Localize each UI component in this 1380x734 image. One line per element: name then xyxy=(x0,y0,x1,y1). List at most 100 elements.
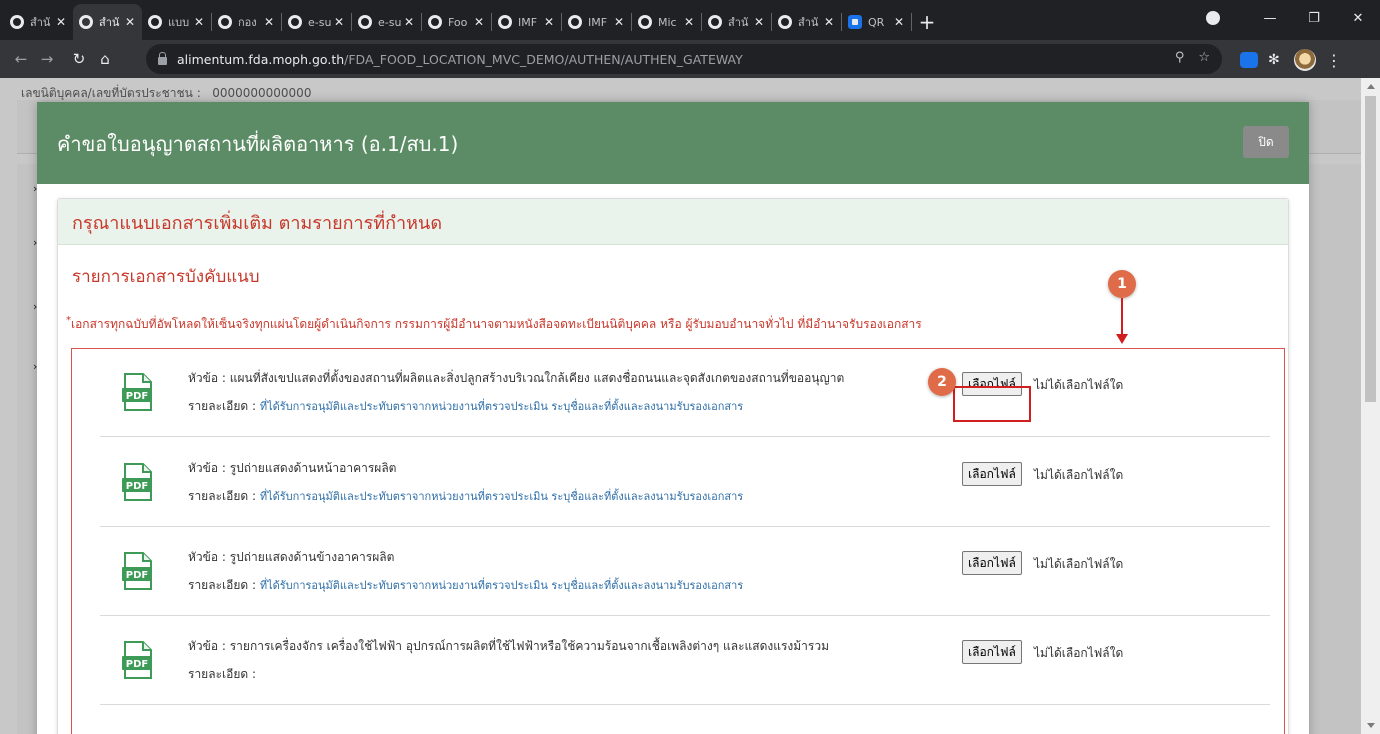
detail-text: ที่ได้รับการอนุมัติและประทับตราจากหน่วยง… xyxy=(259,400,744,413)
attachment-panel: กรุณาแนบเอกสารเพิ่มเติม ตามรายการที่กำหน… xyxy=(57,198,1289,734)
zoom-icon[interactable]: ⚲ xyxy=(1175,50,1185,65)
tab-close-icon[interactable]: ✕ xyxy=(55,15,67,29)
url-path: /FDA_FOOD_LOCATION_MVC_DEMO/AUTHEN/AUTHE… xyxy=(344,51,743,67)
tab-close-icon[interactable]: ✕ xyxy=(333,15,345,29)
scroll-down-icon[interactable] xyxy=(1367,723,1375,728)
back-icon[interactable]: ← xyxy=(8,50,34,68)
browser-tab[interactable]: Mic ✕ xyxy=(632,4,701,40)
bookmark-star-icon[interactable]: ☆ xyxy=(1198,50,1210,65)
browser-tab[interactable]: IMF ✕ xyxy=(562,4,631,40)
tab-title: สำนั xyxy=(728,16,749,29)
new-tab-button[interactable]: + xyxy=(912,4,942,40)
choose-file-button[interactable]: เลือกไฟล์ xyxy=(962,462,1022,486)
svg-text:PDF: PDF xyxy=(126,391,148,402)
forward-icon[interactable]: → xyxy=(34,50,60,68)
globe-icon xyxy=(358,15,372,29)
tab-close-icon[interactable]: ✕ xyxy=(893,15,905,29)
browser-tab[interactable]: สำนั ✕ xyxy=(73,4,142,40)
choose-file-button[interactable]: เลือกไฟล์ xyxy=(962,640,1022,664)
tab-close-icon[interactable]: ✕ xyxy=(193,15,205,29)
tab-close-icon[interactable]: ✕ xyxy=(263,15,275,29)
browser-tab[interactable]: Foo ✕ xyxy=(422,4,491,40)
step-badge-1: 1 xyxy=(1108,270,1136,298)
browser-tab[interactable]: QR ✕ xyxy=(842,4,911,40)
browser-tab[interactable]: สำนั ✕ xyxy=(4,4,73,40)
tab-close-icon[interactable]: ✕ xyxy=(683,15,695,29)
tab-close-icon[interactable]: ✕ xyxy=(613,15,625,29)
no-file-status: ไม่ได้เลือกไฟล์ใด xyxy=(1034,646,1124,660)
tab-title: สำนั xyxy=(30,16,51,29)
tab-search-icon[interactable] xyxy=(1206,11,1220,25)
lock-icon[interactable] xyxy=(158,51,167,65)
panel-heading: กรุณาแนบเอกสารเพิ่มเติม ตามรายการที่กำหน… xyxy=(58,199,1288,245)
globe-icon xyxy=(79,15,93,29)
minimize-icon[interactable]: — xyxy=(1248,11,1292,26)
browser-tab[interactable]: สำนั ✕ xyxy=(702,4,771,40)
section-title: รายการเอกสารบังคับแนบ xyxy=(72,267,260,287)
tab-title: Foo xyxy=(448,15,468,29)
tab-close-icon[interactable]: ✕ xyxy=(823,15,835,29)
browser-toolbar: ← → ↻ ⌂ alimentum.fda.moph.go.th/FDA_FOO… xyxy=(0,40,1380,78)
page-viewport: เลขนิติบุคคล/เลขที่บัตรประชาชน : 0000000… xyxy=(0,78,1380,734)
globe-icon xyxy=(288,15,302,29)
pdf-icon: PDF xyxy=(122,373,152,411)
scrollbar-thumb[interactable] xyxy=(1365,96,1376,402)
required-documents-list: PDF หัวข้อ : แผนที่สังเขปแสดงที่ตั้งของสถ… xyxy=(71,348,1285,734)
reload-icon[interactable]: ↻ xyxy=(66,50,92,68)
tab-title: e-su xyxy=(378,15,402,29)
browser-tab[interactable]: e-su ✕ xyxy=(282,4,351,40)
document-row: PDF หัวข้อ : รายการเครื่องจักร เครื่องใช้… xyxy=(100,617,1270,705)
globe-icon xyxy=(638,15,652,29)
document-subject: หัวข้อ : รูปถ่ายแสดงด้านหน้าอาคารผลิต xyxy=(188,461,397,475)
detail-text: ที่ได้รับการอนุมัติและประทับตราจากหน่วยง… xyxy=(259,490,744,503)
tab-close-icon[interactable]: ✕ xyxy=(473,15,485,29)
tab-close-icon[interactable]: ✕ xyxy=(543,15,555,29)
document-row: PDF หัวข้อ : รูปถ่ายแสดงด้านหน้าอาคารผลิต… xyxy=(100,439,1270,527)
browser-tab[interactable]: e-su ✕ xyxy=(352,4,421,40)
detail-label: รายละเอียด : xyxy=(188,489,257,503)
modal-title: คำขอใบอนุญาตสถานที่ผลิตอาหาร (อ.1/สบ.1) xyxy=(57,132,459,156)
modal-header: คำขอใบอนุญาตสถานที่ผลิตอาหาร (อ.1/สบ.1) … xyxy=(37,102,1309,184)
document-row: PDF หัวข้อ : แผนที่สังเขปแสดงที่ตั้งของสถ… xyxy=(100,349,1270,437)
document-detail: รายละเอียด : ที่ได้รับการอนุมัติและประทั… xyxy=(188,576,743,595)
tab-close-icon[interactable]: ✕ xyxy=(124,15,136,29)
browser-tab[interactable]: กอง ✕ xyxy=(212,4,281,40)
tab-close-icon[interactable]: ✕ xyxy=(753,15,765,29)
meet-extension-icon[interactable] xyxy=(1240,52,1258,68)
arrow-down-icon xyxy=(1116,298,1128,344)
close-window-icon[interactable]: ✕ xyxy=(1336,11,1380,26)
tab-title: IMF xyxy=(588,15,608,29)
detail-label: รายละเอียด : xyxy=(188,578,257,592)
detail-label: รายละเอียด : xyxy=(188,667,257,681)
extensions-icon[interactable]: ✻ xyxy=(1268,52,1284,68)
close-button[interactable]: ปิด xyxy=(1243,126,1289,158)
tab-title: QR xyxy=(868,15,885,29)
document-detail: รายละเอียด : ที่ได้รับการอนุมัติและประทั… xyxy=(188,397,743,416)
page-scrollbar[interactable] xyxy=(1361,78,1380,734)
svg-text:PDF: PDF xyxy=(126,570,148,581)
browser-tab-strip: สำนั ✕ สำนั ✕ แบบ ✕ กอง ✕ e-su ✕ e-su ✕ Foo ✕ IMF ✕ IMF ✕… xyxy=(0,0,1380,40)
choose-file-button[interactable]: เลือกไฟล์ xyxy=(962,551,1022,575)
address-bar[interactable]: alimentum.fda.moph.go.th/FDA_FOOD_LOCATI… xyxy=(146,44,1222,74)
browser-menu-icon[interactable]: ⋮ xyxy=(1326,51,1342,70)
notice-text: *เอกสารทุกฉบับที่อัพโหลดให้เซ็นจริงทุกแผ… xyxy=(66,315,922,331)
browser-tab[interactable]: สำนั ✕ xyxy=(772,4,841,40)
browser-tab[interactable]: IMF ✕ xyxy=(492,4,561,40)
tab-title: e-su xyxy=(308,15,332,29)
pdf-icon: PDF xyxy=(122,463,152,501)
pdf-icon: PDF xyxy=(122,641,152,679)
tab-title: กอง xyxy=(238,16,257,29)
detail-text: ที่ได้รับการอนุมัติและประทับตราจากหน่วยง… xyxy=(259,579,744,592)
globe-icon xyxy=(568,15,582,29)
home-icon[interactable]: ⌂ xyxy=(92,50,118,68)
profile-avatar[interactable] xyxy=(1294,49,1316,71)
scroll-up-icon[interactable] xyxy=(1367,84,1375,89)
restore-icon[interactable]: ❐ xyxy=(1292,11,1336,26)
browser-tab[interactable]: แบบ ✕ xyxy=(142,4,211,40)
url-host: alimentum.fda.moph.go.th xyxy=(177,51,345,67)
tab-close-icon[interactable]: ✕ xyxy=(403,15,415,29)
qr-icon xyxy=(848,15,862,29)
tab-title: แบบ xyxy=(168,16,190,29)
step-badge-2: 2 xyxy=(928,368,956,396)
document-detail: รายละเอียด : xyxy=(188,665,256,684)
